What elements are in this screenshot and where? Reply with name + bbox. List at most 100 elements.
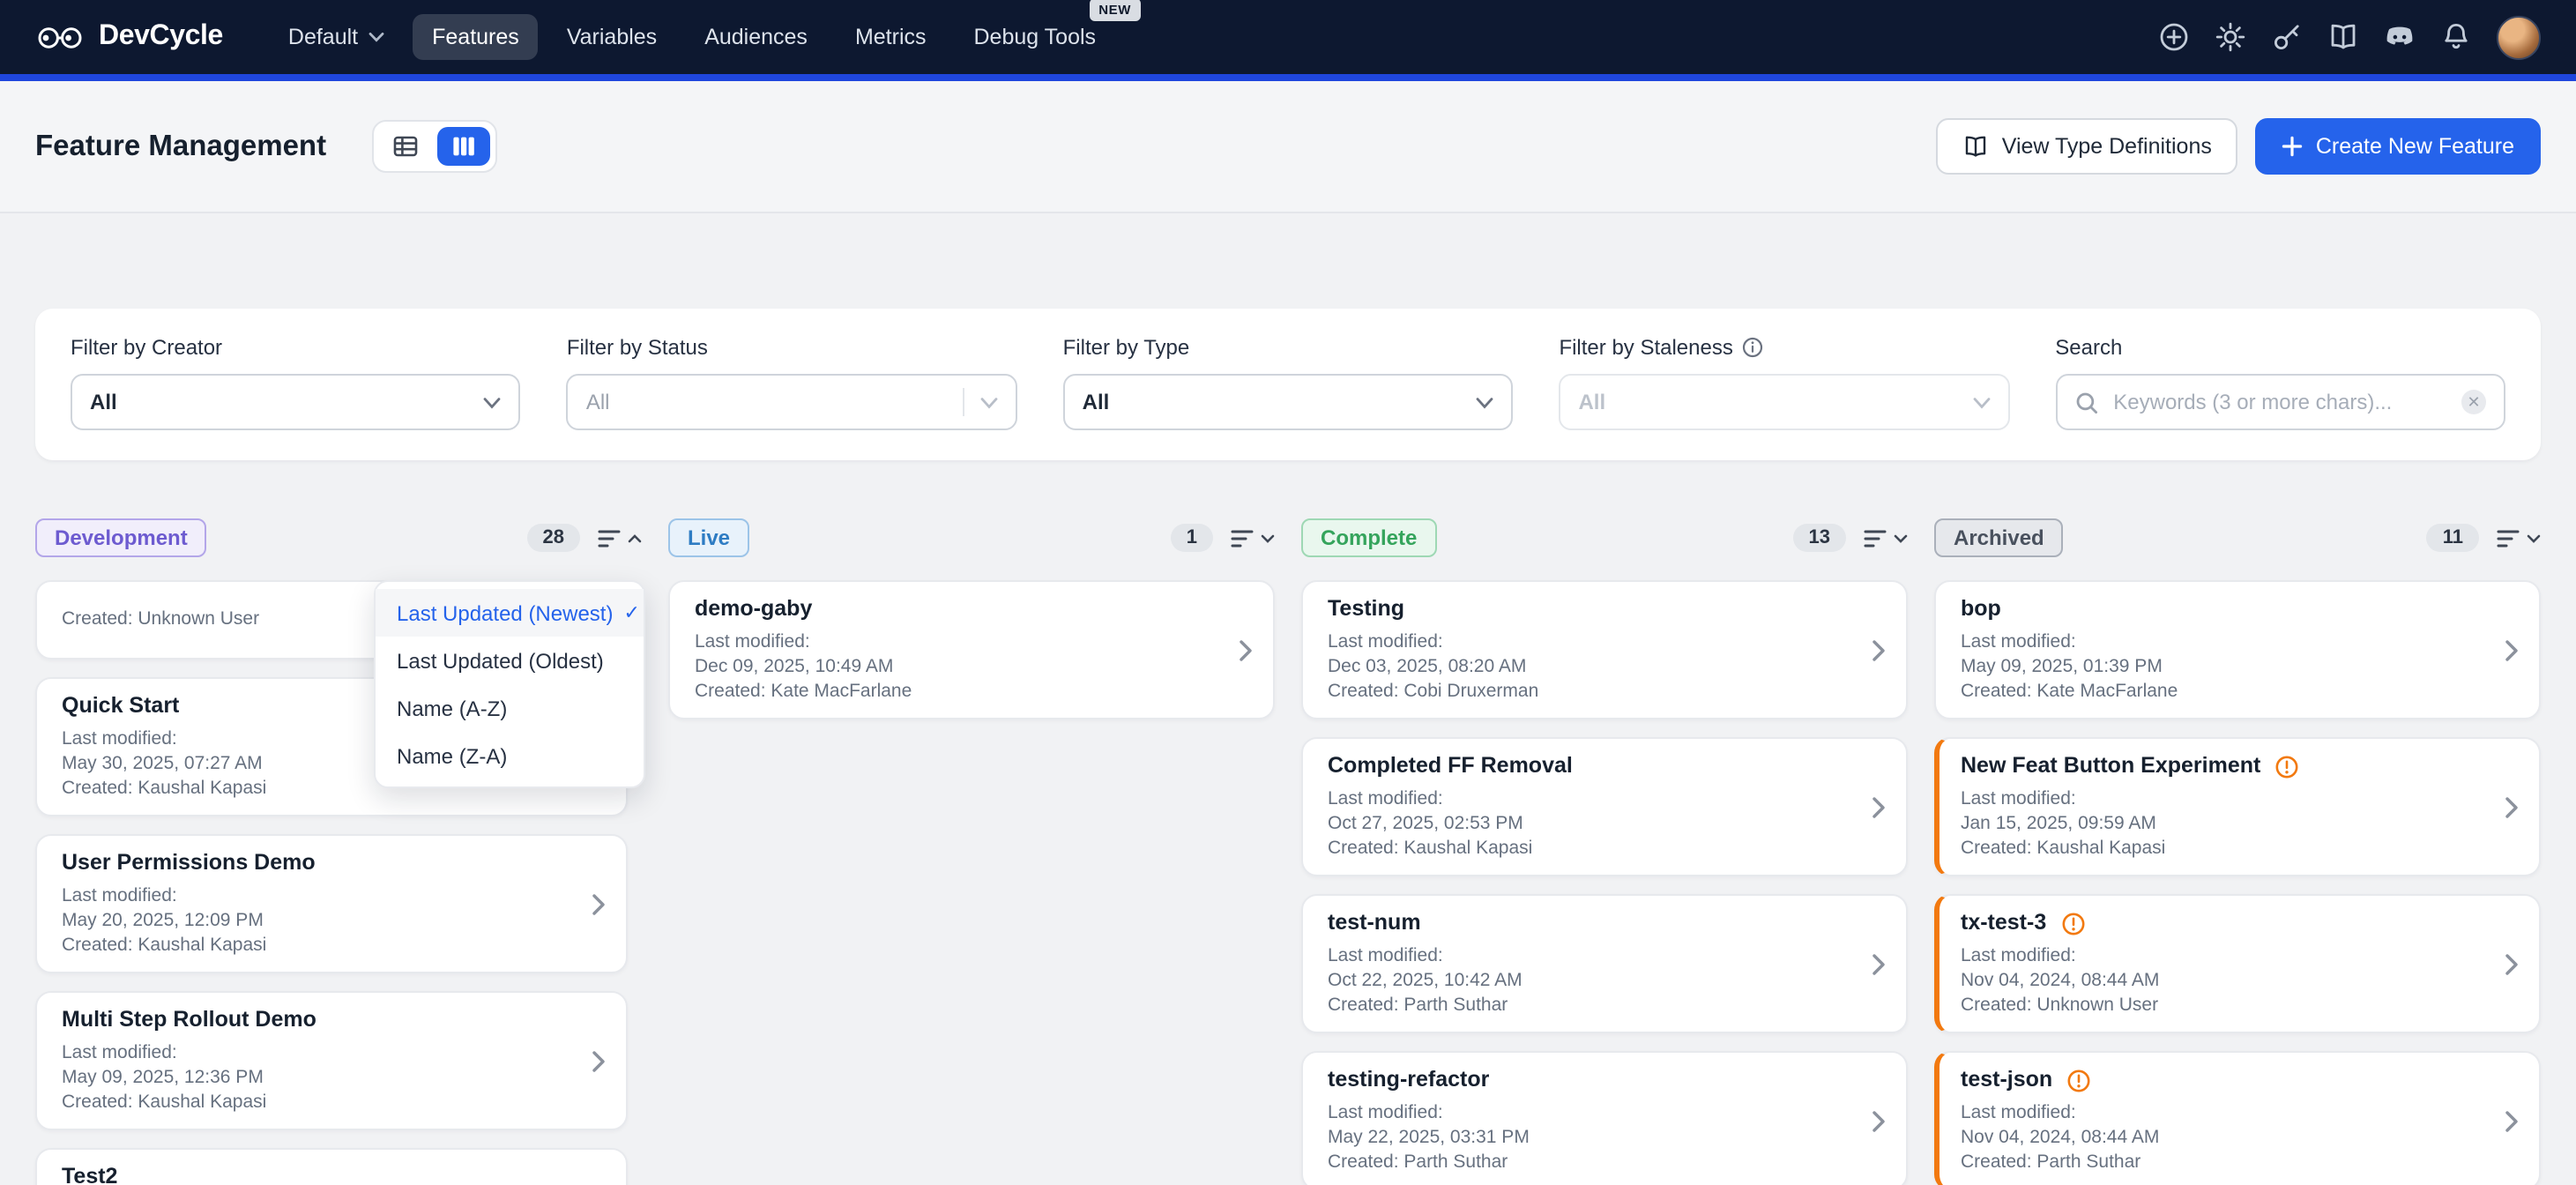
filter-group-status: Filter by Status All: [567, 335, 1017, 430]
filter-staleness-select[interactable]: All: [1559, 374, 2009, 430]
chevron-down-icon: [1972, 396, 1990, 408]
feature-modified-label: Last modified:: [1961, 1102, 2486, 1125]
feature-card[interactable]: Testing Last modified: Dec 03, 2025, 08:…: [1301, 580, 1908, 719]
chevron-right-icon[interactable]: [2505, 796, 2518, 817]
feature-created: Created: Parth Suthar: [1328, 1151, 1853, 1174]
feature-created: Created: Kaushal Kapasi: [62, 935, 573, 958]
feature-modified-label: Last modified:: [1328, 945, 1853, 968]
feature-modified-date: Dec 09, 2025, 10:49 AM: [695, 656, 1220, 679]
feature-card[interactable]: Test2 Last modified: Nov 26, 2024, 08:13…: [35, 1148, 628, 1185]
board-column-archived: Archived 11 bop Last modified: May 09, 2…: [1934, 517, 2541, 1185]
list-view-button[interactable]: [379, 127, 432, 166]
project-selector[interactable]: Default: [269, 14, 404, 60]
chevron-icon: [1894, 533, 1908, 542]
chevron-right-icon[interactable]: [1872, 639, 1885, 660]
nav-link-variables[interactable]: Variables: [547, 14, 676, 60]
feature-created: Created: Kate MacFarlane: [1961, 681, 2486, 704]
nav-link-features[interactable]: Features: [413, 14, 539, 60]
feature-modified-date: Oct 27, 2025, 02:53 PM: [1328, 813, 1853, 836]
nav-link-label: Features: [432, 25, 519, 49]
board-view-button[interactable]: [437, 127, 490, 166]
feature-card[interactable]: New Feat Button Experiment Last modified…: [1934, 737, 2541, 876]
column-header: Live 1: [668, 517, 1275, 559]
column-sort-button[interactable]: [1231, 528, 1275, 548]
notifications-icon[interactable]: [2440, 21, 2472, 53]
feature-card[interactable]: bop Last modified: May 09, 2025, 01:39 P…: [1934, 580, 2541, 719]
feature-title-row: User Permissions Demo: [62, 850, 573, 876]
feature-card[interactable]: Completed FF Removal Last modified: Oct …: [1301, 737, 1908, 876]
settings-icon[interactable]: [2215, 21, 2246, 53]
feature-title-row: tx-test-3: [1961, 910, 2486, 936]
navbar-accent-stripe: [0, 74, 2576, 81]
column-sort-button[interactable]: [2497, 528, 2541, 548]
feature-title-row: Test2: [62, 1164, 573, 1185]
navbar-utilities: [2158, 15, 2541, 59]
feature-card[interactable]: User Permissions Demo Last modified: May…: [35, 834, 628, 973]
feature-card[interactable]: Multi Step Rollout Demo Last modified: M…: [35, 991, 628, 1130]
add-icon[interactable]: [2158, 21, 2190, 53]
nav-link-audiences[interactable]: Audiences: [685, 14, 827, 60]
key-icon[interactable]: [2271, 21, 2303, 53]
feature-title: test-num: [1328, 910, 1421, 936]
view-type-definitions-button[interactable]: View Type Definitions: [1937, 118, 2238, 175]
user-avatar[interactable]: [2497, 15, 2541, 59]
feature-card[interactable]: testing-refactor Last modified: May 22, …: [1301, 1051, 1908, 1185]
discord-icon[interactable]: [2384, 21, 2416, 53]
feature-created: Created: Unknown User: [1961, 995, 2486, 1017]
nav-link-debug-tools[interactable]: Debug Tools NEW: [955, 14, 1116, 60]
chevron-icon: [2527, 533, 2541, 542]
feature-card[interactable]: test-num Last modified: Oct 22, 2025, 10…: [1301, 894, 1908, 1033]
feature-created: Created: Kaushal Kapasi: [62, 1092, 573, 1114]
feature-title: Quick Start: [62, 693, 179, 719]
sort-option[interactable]: Name (Z-A): [376, 732, 644, 779]
feature-modified-label: Last modified:: [1961, 788, 2486, 811]
search-icon: [2074, 391, 2097, 414]
board-column-complete: Complete 13 Testing Last modified: Dec 0…: [1301, 517, 1908, 1185]
search-input[interactable]: [2110, 388, 2449, 416]
chevron-right-icon[interactable]: [1872, 796, 1885, 817]
feature-card[interactable]: tx-test-3 Last modified: Nov 04, 2024, 0…: [1934, 894, 2541, 1033]
chevron-right-icon[interactable]: [2505, 953, 2518, 974]
search-label: Search: [2055, 335, 2505, 360]
sort-option[interactable]: Last Updated (Oldest): [376, 637, 644, 684]
feature-modified-label: Last modified:: [1328, 1102, 1853, 1125]
feature-card[interactable]: demo-gaby Last modified: Dec 09, 2025, 1…: [668, 580, 1275, 719]
feature-title: demo-gaby: [695, 596, 812, 622]
goggles-logo-icon: [35, 22, 85, 52]
feature-card[interactable]: test-json Last modified: Nov 04, 2024, 0…: [1934, 1051, 2541, 1185]
feature-title: User Permissions Demo: [62, 850, 316, 876]
column-sort-button[interactable]: [598, 528, 642, 548]
docs-icon[interactable]: [2327, 21, 2359, 53]
chevron-right-icon[interactable]: [1240, 639, 1252, 660]
feature-created: Created: Parth Suthar: [1328, 995, 1853, 1017]
column-status-badge: Complete: [1301, 518, 1436, 557]
filter-status-select[interactable]: All: [567, 374, 1017, 430]
sort-option[interactable]: Name (A-Z): [376, 684, 644, 732]
clear-search-icon[interactable]: ✕: [2461, 390, 2486, 414]
select-divider: [963, 388, 964, 416]
feature-created: Created: Kaushal Kapasi: [1961, 838, 2486, 861]
filter-type-value: All: [1083, 390, 1110, 414]
chevron-right-icon[interactable]: [1872, 953, 1885, 974]
feature-modified-label: Last modified:: [62, 1042, 573, 1065]
info-icon[interactable]: [1742, 337, 1763, 358]
chevron-right-icon[interactable]: [2505, 639, 2518, 660]
filter-type-select[interactable]: All: [1063, 374, 1514, 430]
page-header: Feature Management View Type Definitions: [0, 81, 2576, 213]
nav-link-label: Audiences: [704, 25, 808, 49]
chevron-right-icon[interactable]: [592, 1050, 605, 1071]
filter-creator-select[interactable]: All: [71, 374, 521, 430]
column-sort-button[interactable]: [1864, 528, 1908, 548]
plus-icon: [2282, 136, 2304, 157]
chevron-right-icon[interactable]: [592, 893, 605, 914]
devcycle-logo[interactable]: DevCycle: [35, 21, 223, 53]
sort-option[interactable]: Last Updated (Newest) ✓: [376, 589, 644, 637]
filter-staleness-label-text: Filter by Staleness: [1559, 335, 1732, 360]
create-new-feature-button[interactable]: Create New Feature: [2256, 118, 2541, 175]
feature-modified-label: Last modified:: [1328, 788, 1853, 811]
filter-creator-label: Filter by Creator: [71, 335, 521, 360]
chevron-right-icon[interactable]: [2505, 1110, 2518, 1131]
chevron-right-icon[interactable]: [1872, 1110, 1885, 1131]
nav-link-metrics[interactable]: Metrics: [836, 14, 946, 60]
column-cards: Testing Last modified: Dec 03, 2025, 08:…: [1301, 580, 1908, 1185]
